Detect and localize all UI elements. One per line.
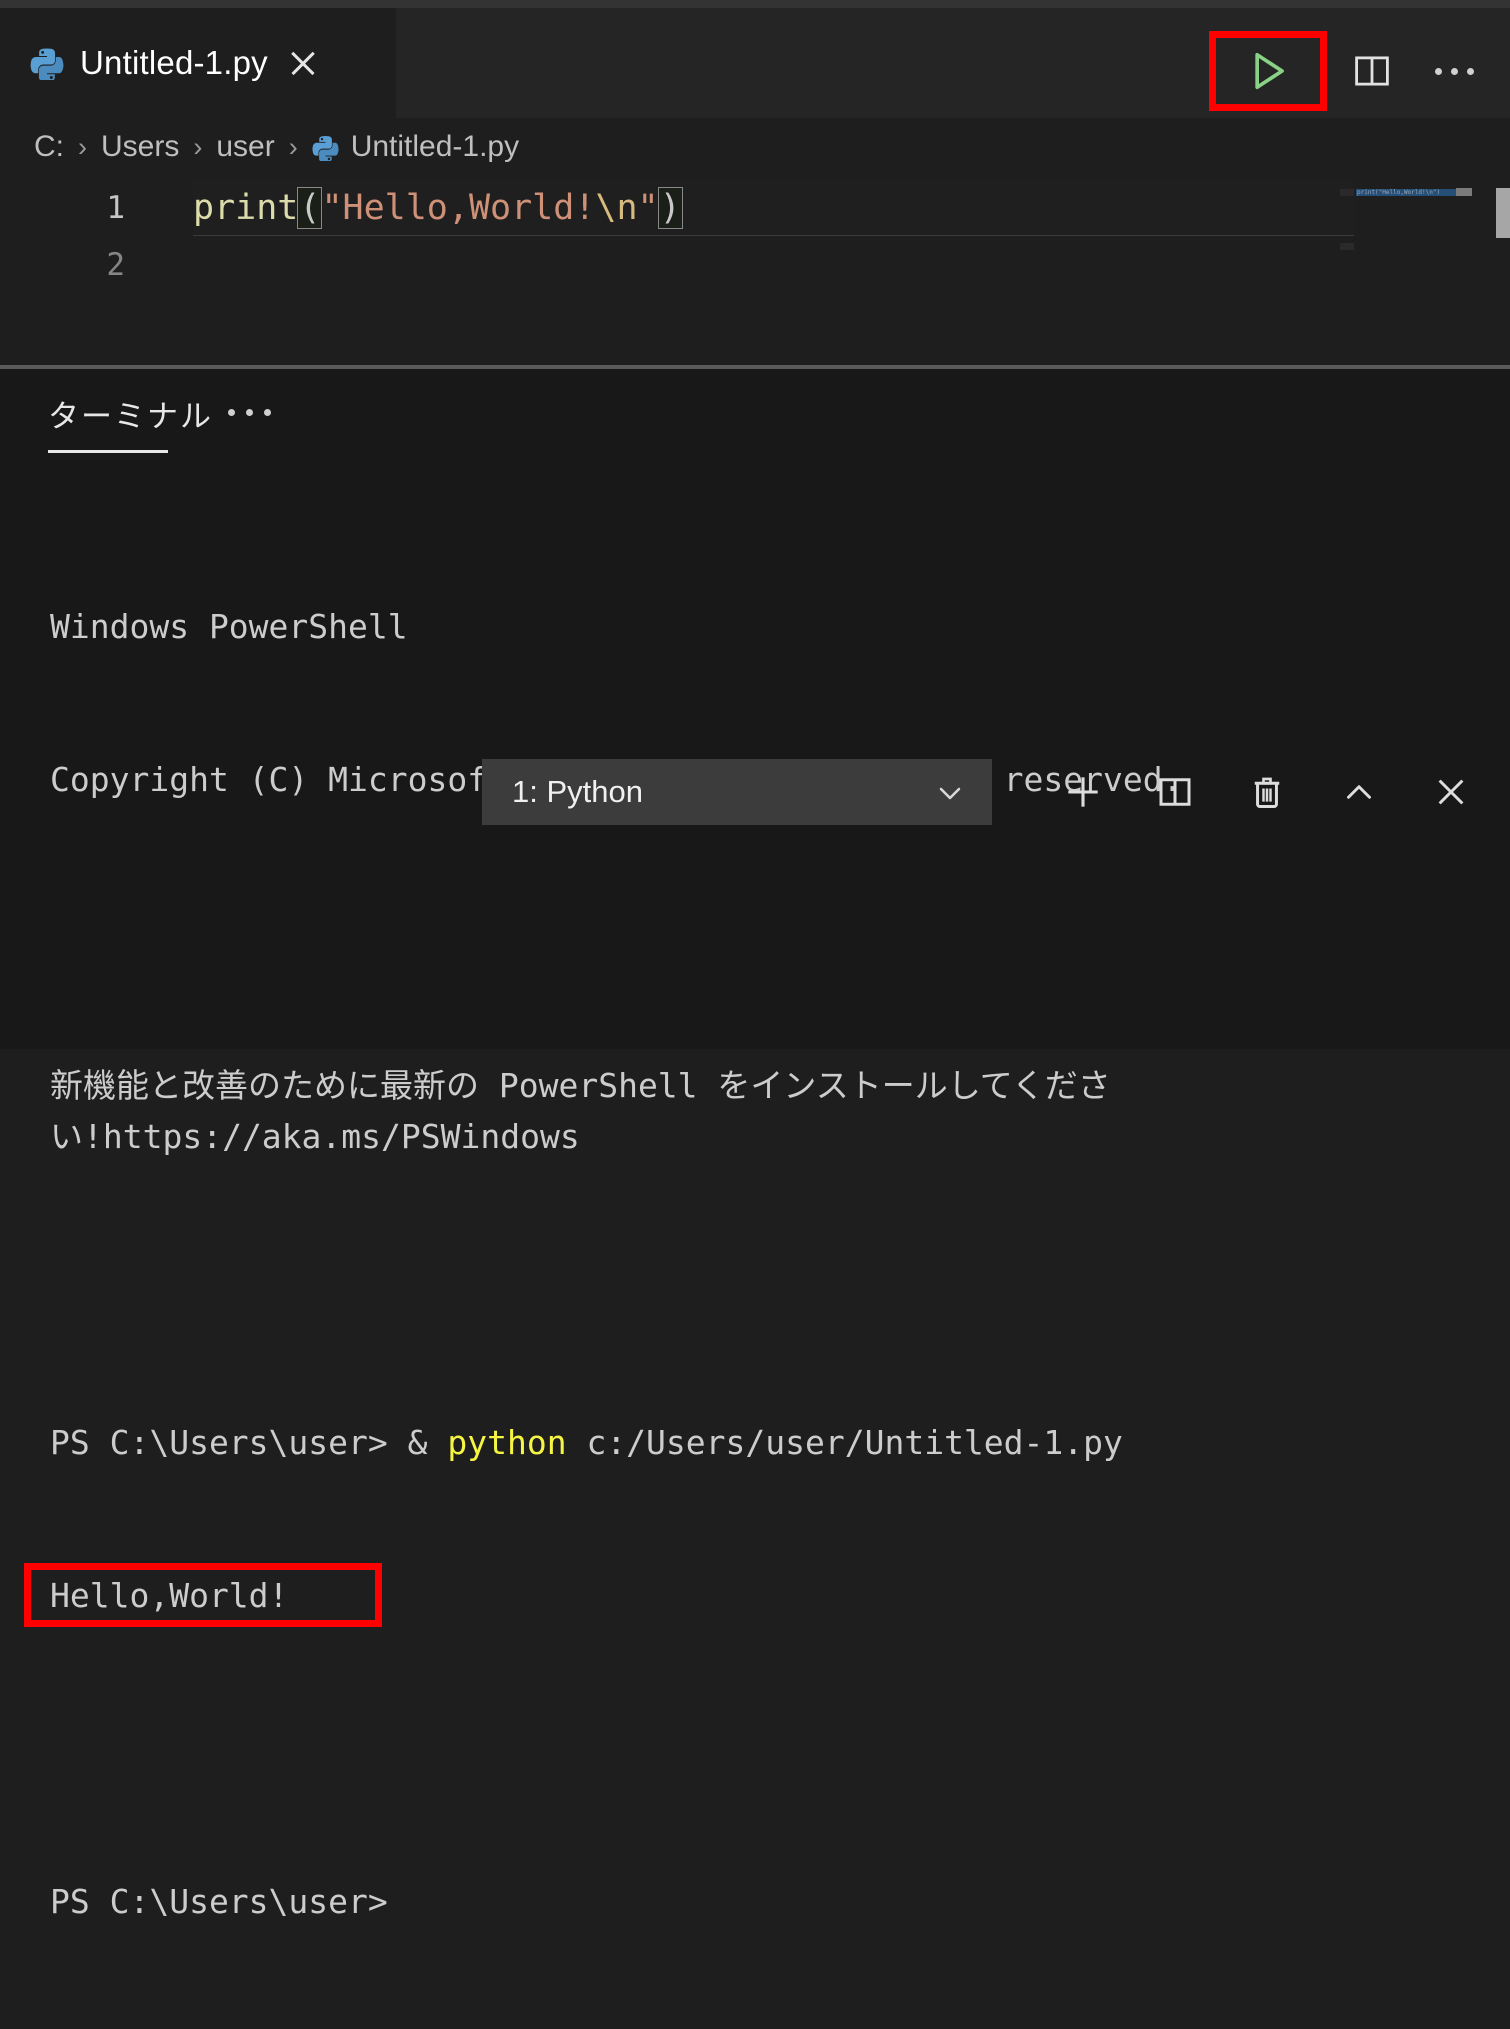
- run-python-file-button[interactable]: [1209, 31, 1327, 111]
- tab-terminal[interactable]: ターミナル: [48, 391, 213, 453]
- code-token-close-paren: ): [657, 186, 683, 229]
- close-panel-button[interactable]: [1426, 767, 1476, 817]
- breadcrumb-item-user[interactable]: user: [216, 130, 274, 164]
- breadcrumb-separator: ›: [78, 131, 87, 162]
- terminal-program-output: Hello,World!: [24, 1563, 1510, 1627]
- split-terminal-button[interactable]: [1150, 767, 1200, 817]
- tab-untitled-1-py[interactable]: Untitled-1.py: [0, 8, 396, 118]
- python-icon: [312, 135, 339, 161]
- close-icon: [1438, 779, 1464, 805]
- close-icon[interactable]: [286, 46, 320, 80]
- terminal-line: Windows PowerShell: [50, 607, 408, 646]
- more-actions-ellipsis-icon: [228, 409, 235, 416]
- code-line[interactable]: 2: [0, 236, 1510, 293]
- terminal-output[interactable]: Windows PowerShell Copyright (C) Microso…: [0, 499, 1510, 2029]
- more-actions-ellipsis-icon: [246, 409, 253, 416]
- panel-tab-active-underline: [48, 450, 168, 453]
- trash-icon: [1254, 777, 1280, 809]
- chevron-up-icon: [1347, 785, 1371, 799]
- plus-icon: [1068, 777, 1098, 807]
- editor-toolbar: [1209, 16, 1482, 126]
- editor-more-actions-button[interactable]: [1426, 67, 1482, 75]
- breadcrumb-item-file[interactable]: Untitled-1.py: [351, 130, 519, 164]
- code-line[interactable]: 1 print("Hello,World!\n"): [0, 179, 1510, 236]
- terminal-actions: [1058, 759, 1476, 825]
- breadcrumb-separator: ›: [193, 131, 203, 162]
- split-terminal-icon: [1159, 778, 1191, 806]
- code-content: print("Hello,World!\n"): [193, 186, 683, 229]
- terminal-output-text: Hello,World!: [50, 1576, 289, 1615]
- terminal-prompt: PS C:\Users\user> &: [50, 1423, 448, 1462]
- code-editor[interactable]: 1 print("Hello,World!\n") 2 print("Hello…: [0, 176, 1510, 365]
- split-editor-icon: [1355, 56, 1389, 86]
- editor-vertical-scrollbar[interactable]: [1496, 176, 1510, 365]
- terminal-panel: ターミナル Windows PowerShell Copyright (C) M…: [0, 369, 1510, 1921]
- scrollbar-thumb[interactable]: [1496, 188, 1510, 238]
- minimap[interactable]: print("Hello,World!\n"): [1354, 176, 1472, 365]
- split-editor-button[interactable]: [1346, 45, 1398, 97]
- new-terminal-button[interactable]: [1058, 767, 1108, 817]
- title-bar-strip: [0, 0, 1510, 8]
- chevron-down-icon: [939, 787, 961, 800]
- panel-header: ターミナル: [0, 369, 1510, 473]
- breadcrumb-item-users[interactable]: Users: [101, 130, 179, 164]
- terminal-command-line: PS C:\Users\user> & python c:/Users/user…: [50, 1417, 1510, 1468]
- panel-more-actions-button[interactable]: [228, 409, 271, 416]
- maximize-panel-button[interactable]: [1334, 767, 1384, 817]
- minimap-slider[interactable]: [1456, 188, 1472, 196]
- more-actions-ellipsis-icon: [264, 409, 271, 416]
- play-triangle-icon: [1255, 52, 1284, 90]
- more-actions-ellipsis-icon: [1434, 67, 1442, 75]
- terminal-command-keyword: python: [447, 1423, 567, 1462]
- terminal-notice-line: 新機能と改善のために最新の PowerShell をインストールしてください!h…: [50, 1066, 1111, 1156]
- breadcrumb-separator: ›: [288, 131, 298, 162]
- terminal-final-prompt: PS C:\Users\user>: [50, 1882, 388, 1921]
- breadcrumb: C: › Users › user › Untitled-1.py: [0, 118, 1510, 176]
- more-actions-ellipsis-icon: [1466, 67, 1474, 75]
- code-token-string: "Hello,World!: [321, 187, 596, 228]
- tab-label: Untitled-1.py: [80, 44, 268, 81]
- editor-tab-bar: Untitled-1.py: [0, 8, 1510, 118]
- more-actions-ellipsis-icon: [1450, 67, 1458, 75]
- terminal-command-args: c:/Users/user/Untitled-1.py: [566, 1423, 1123, 1462]
- code-token-escape: \n: [595, 187, 638, 228]
- terminal-instance-label: 1: Python: [512, 774, 643, 809]
- panel-tab-label: ターミナル: [48, 399, 213, 434]
- code-token-function: print: [193, 187, 299, 228]
- kill-terminal-button[interactable]: [1242, 767, 1292, 817]
- minimap-code-preview: print("Hello,World!\n"): [1357, 189, 1441, 196]
- line-number: 1: [106, 189, 125, 226]
- code-token-string-end: ": [637, 187, 659, 228]
- breadcrumb-item-drive[interactable]: C:: [34, 130, 64, 164]
- python-icon: [30, 48, 64, 80]
- code-token-open-paren: (: [297, 186, 323, 229]
- terminal-instance-selector[interactable]: 1: Python: [482, 759, 992, 825]
- line-number: 2: [106, 246, 125, 283]
